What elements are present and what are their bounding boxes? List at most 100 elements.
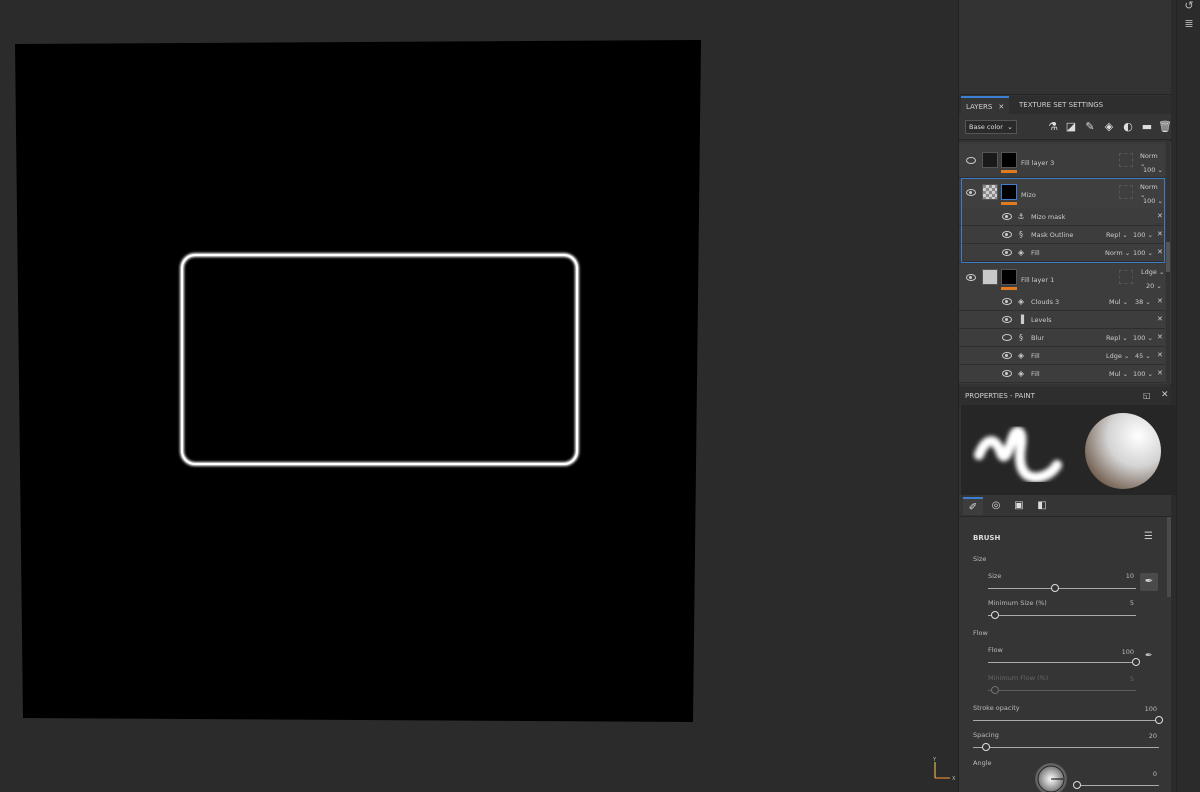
angle-slider-track[interactable] <box>1077 785 1159 786</box>
detach-icon[interactable]: ◱ <box>1143 391 1151 400</box>
blend-mode[interactable]: Mul ⌄ <box>1109 370 1128 378</box>
spacing-slider-track[interactable] <box>973 747 1159 748</box>
eye-icon[interactable] <box>966 189 976 196</box>
pen-pressure-icon[interactable]: ✒ <box>1145 651 1153 661</box>
blend-mode[interactable]: Norm ⌄ <box>1105 249 1130 257</box>
flow-slider-handle[interactable] <box>1132 658 1140 666</box>
flow-value[interactable]: 100 <box>1114 648 1134 656</box>
texture-canvas[interactable] <box>0 0 958 792</box>
blend-mode[interactable]: Ldge ⌄ <box>1141 268 1164 276</box>
opacity-value[interactable]: 100 ⌄ <box>1133 231 1153 239</box>
layer-row[interactable]: Fill layer 3 Norm ⌄ 100 ⌄ <box>959 144 1165 178</box>
eye-icon[interactable] <box>1002 370 1012 377</box>
eye-icon[interactable] <box>966 274 976 281</box>
layers-scrollbar[interactable] <box>1166 142 1170 384</box>
stencil-icon[interactable]: ▣ <box>1009 497 1029 515</box>
effect-row[interactable]: § Mask Outline Repl ⌄ 100 ⌄ ✕ <box>959 226 1165 244</box>
trash-icon[interactable]: 🗑 <box>1158 120 1172 134</box>
flow-group-label: Flow <box>973 629 988 637</box>
stroke-opacity-slider-handle[interactable] <box>1155 716 1163 724</box>
opacity-value[interactable]: 100 ⌄ <box>1133 334 1153 342</box>
close-icon[interactable]: ✕ <box>1157 315 1163 323</box>
eye-icon[interactable] <box>1002 352 1012 359</box>
angle-slider-handle[interactable] <box>1073 781 1081 789</box>
brush-icon[interactable]: ✎ <box>1083 120 1097 134</box>
channel-select[interactable]: Base color ⌄ <box>965 120 1017 134</box>
stroke-opacity-value[interactable]: 100 <box>1137 705 1157 713</box>
eye-icon[interactable] <box>1002 316 1012 323</box>
eye-icon[interactable] <box>1002 231 1012 238</box>
close-icon[interactable]: ✕ <box>1157 297 1163 305</box>
properties-scrollbar[interactable] <box>1167 517 1171 597</box>
blend-mode[interactable]: Repl ⌄ <box>1106 231 1128 239</box>
close-icon[interactable]: ✕ <box>1157 351 1163 359</box>
opacity-value[interactable]: 100 ⌄ <box>1133 370 1153 378</box>
min-size-slider-track[interactable] <box>988 615 1136 616</box>
effect-row[interactable]: ◈ Clouds 3 Mul ⌄ 38 ⌄ ✕ <box>959 293 1165 311</box>
spacing-slider-handle[interactable] <box>982 743 991 751</box>
mask-thumbnail[interactable] <box>1001 184 1017 200</box>
mask-thumbnail[interactable] <box>1001 152 1017 168</box>
close-icon[interactable]: ✕ <box>1157 230 1163 238</box>
smart-material-icon[interactable]: ◐ <box>1121 120 1135 134</box>
tab-texture-set-settings[interactable]: TEXTURE SET SETTINGS <box>1014 96 1108 114</box>
material-icon[interactable]: ◧ <box>1032 497 1052 515</box>
effect-row[interactable]: ◈ Fill Norm ⌄ 100 ⌄ ✕ <box>959 244 1165 262</box>
close-icon[interactable]: ✕ <box>1157 369 1163 377</box>
opacity-value[interactable]: 45 ⌄ <box>1135 352 1151 360</box>
eye-closed-icon[interactable] <box>966 157 976 164</box>
fill-icon[interactable]: ◈ <box>1102 120 1116 134</box>
add-mask-icon[interactable]: ◪ <box>1064 120 1078 134</box>
log-icon[interactable]: ≣ <box>1183 18 1195 30</box>
size-label: Size <box>988 572 1002 580</box>
viewport-3d[interactable]: Y X <box>0 0 958 792</box>
properties-tabs: ✐ ◎ ▣ ◧ <box>959 495 1171 517</box>
size-value[interactable]: 10 <box>1114 572 1134 580</box>
angle-value[interactable]: 0 <box>1137 770 1157 778</box>
brush-menu-icon[interactable]: ☰ <box>1144 531 1153 542</box>
min-size-value[interactable]: 5 <box>1114 599 1134 607</box>
material-sphere <box>1085 413 1161 489</box>
size-slider-handle[interactable] <box>1050 584 1059 592</box>
spacing-value[interactable]: 20 <box>1137 732 1157 740</box>
opacity-value[interactable]: 100 ⌄ <box>1143 166 1163 174</box>
blend-mode[interactable]: Ldge ⌄ <box>1106 352 1129 360</box>
effect-row[interactable]: ◈ Fill Mul ⌄ 100 ⌄ ✕ <box>959 365 1165 383</box>
layers-list[interactable]: Fill layer 3 Norm ⌄ 100 ⌄ Mizo Norm ⌄ 10… <box>959 142 1171 384</box>
effect-row[interactable]: ◈ Fill Ldge ⌄ 45 ⌄ ✕ <box>959 347 1165 365</box>
mask-indicator <box>1001 202 1017 205</box>
mask-thumbnail[interactable] <box>1001 269 1017 285</box>
pen-pressure-icon[interactable]: ✒ <box>1140 573 1158 591</box>
angle-dial[interactable] <box>1033 763 1069 792</box>
size-slider-track[interactable] <box>988 588 1136 589</box>
magic-wand-icon[interactable]: ⚗ <box>1046 120 1060 134</box>
close-icon[interactable]: ✕ <box>1157 212 1163 220</box>
opacity-value[interactable]: 100 ⌄ <box>1143 197 1163 205</box>
eye-icon[interactable] <box>1002 249 1012 256</box>
alpha-icon[interactable]: ◎ <box>986 497 1006 515</box>
effect-row[interactable]: ▐ Levels ✕ <box>959 311 1165 329</box>
blend-mode[interactable]: Mul ⌄ <box>1109 298 1128 306</box>
brush-tip-icon[interactable]: ✐ <box>963 497 983 515</box>
anchor-icon: ⚓ <box>1017 212 1025 221</box>
flow-slider-track[interactable] <box>988 662 1136 663</box>
effect-row[interactable]: ⚓ Mizo mask ✕ <box>959 208 1165 226</box>
opacity-value[interactable]: 20 ⌄ <box>1146 282 1162 290</box>
folder-icon[interactable]: ▬ <box>1140 120 1154 134</box>
history-icon[interactable]: ↺ <box>1183 0 1195 12</box>
opacity-value[interactable]: 100 ⌄ <box>1133 249 1153 257</box>
close-icon[interactable]: ✕ <box>1157 248 1163 256</box>
min-size-slider-handle[interactable] <box>991 611 1000 619</box>
blend-mode[interactable]: Repl ⌄ <box>1106 334 1128 342</box>
stroke-opacity-label: Stroke opacity <box>973 704 1020 712</box>
eye-icon[interactable] <box>1002 213 1012 220</box>
eye-closed-icon[interactable] <box>1002 334 1012 341</box>
opacity-value[interactable]: 38 ⌄ <box>1135 298 1151 306</box>
stroke-opacity-slider-track[interactable] <box>973 720 1159 721</box>
close-icon[interactable]: ✕ <box>998 103 1004 111</box>
eye-icon[interactable] <box>1002 298 1012 305</box>
close-icon[interactable]: ✕ <box>1161 390 1169 400</box>
tab-layers[interactable]: LAYERS ✕ <box>961 96 1010 114</box>
effect-row[interactable]: § Blur Repl ⌄ 100 ⌄ ✕ <box>959 329 1165 347</box>
close-icon[interactable]: ✕ <box>1157 333 1163 341</box>
